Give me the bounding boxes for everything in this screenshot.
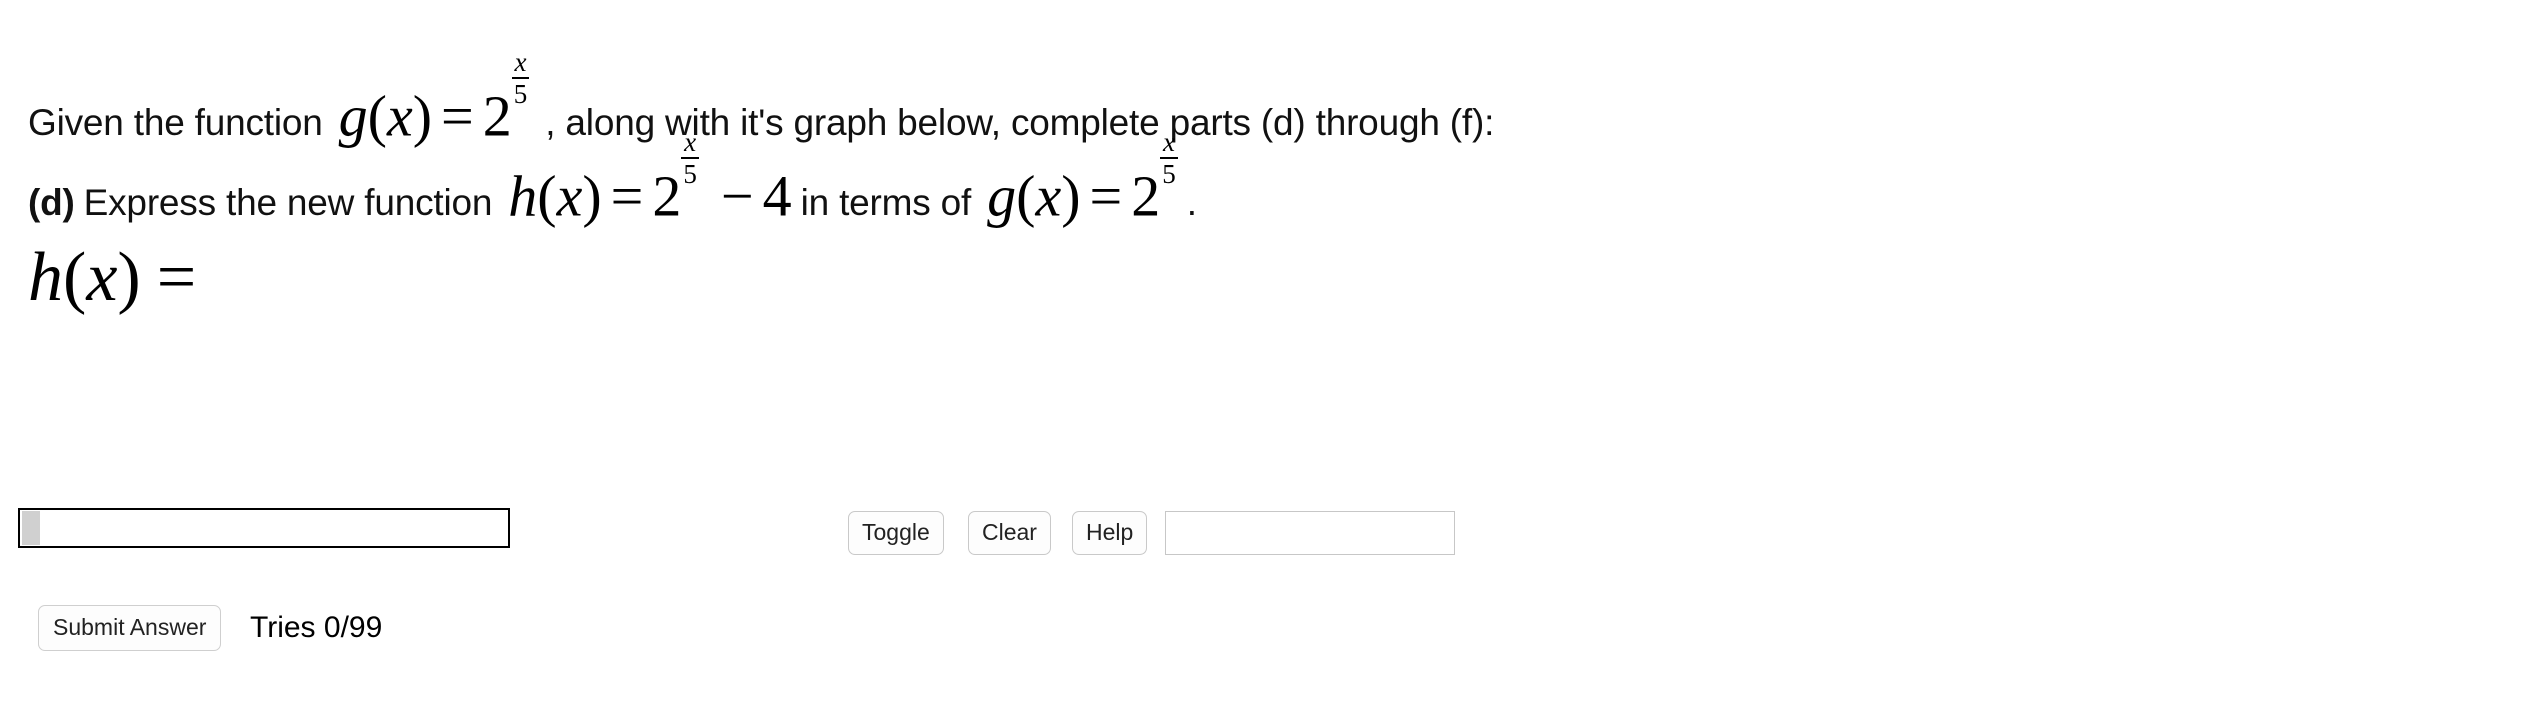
fraction-numerator: x (684, 127, 697, 157)
submit-row-inner: Submit Answer Tries 0/99 (0, 605, 2540, 651)
math-paren-close: ) (1061, 163, 1081, 229)
math-g-base: g (987, 163, 1017, 229)
answer-entry-row: Toggle Clear Help (0, 505, 2540, 561)
math-h-definition: h(x) = 2 x 5−4 (508, 128, 792, 229)
math-power-base: 2 (652, 163, 682, 229)
tries-counter: Tries 0/99 (250, 611, 383, 644)
math-g-definition: g(x) = 2 x 5 (338, 48, 530, 149)
part-middle-text: in terms of (800, 182, 972, 224)
fraction-denominator: 5 (683, 159, 697, 190)
answer-entry-inner: Toggle Clear Help (0, 505, 2540, 561)
math-paren-open: ( (63, 239, 87, 316)
math-paren-close: ) (582, 163, 602, 229)
part-label: (d) (28, 182, 75, 224)
answer-math-input[interactable] (18, 508, 510, 548)
math-h-base: h (28, 239, 63, 316)
math-paren-close: ) (412, 83, 433, 149)
fraction-numerator: x (1163, 127, 1175, 157)
fraction-denominator: 5 (513, 79, 528, 110)
part-prefix-text: Express the new function (83, 182, 493, 224)
math-shift-constant: 4 (762, 163, 792, 229)
math-equals: = (610, 163, 644, 229)
math-h-base: h (508, 163, 538, 229)
toggle-button[interactable]: Toggle (848, 511, 944, 555)
intro-statement: Given the function g(x) = 2 x 5 , along with… (28, 48, 1494, 149)
math-exponent: x5 (511, 47, 530, 117)
math-equals: = (441, 83, 474, 149)
math-exponent: x5 (1160, 128, 1178, 197)
math-paren-open: ( (537, 163, 557, 229)
exponent-fraction: x5 (681, 128, 699, 189)
submit-answer-button[interactable]: Submit Answer (38, 605, 222, 651)
question-page: Given the function g(x) = 2 x 5 , along with… (0, 0, 2540, 708)
math-paren-close: ) (117, 239, 141, 316)
exponent-fraction: x5 (1160, 128, 1178, 189)
part-period-text: . (1186, 182, 1197, 224)
exponent-fraction: x5 (511, 47, 530, 110)
fraction-numerator: x (514, 47, 527, 77)
math-power-base: 2 (482, 83, 512, 149)
math-variable: x (86, 239, 118, 316)
math-variable: x (556, 163, 583, 229)
math-equals: = (156, 239, 197, 316)
math-minus: − (720, 163, 754, 229)
math-paren-open: ( (1016, 163, 1036, 229)
part-d-statement: (d) Express the new function h(x) = 2 x 5−4 … (28, 128, 1197, 229)
answer-prompt: h(x) = (28, 238, 196, 318)
submit-row: Submit Answer Tries 0/99 (0, 605, 2540, 651)
text-caret (22, 511, 40, 545)
math-g-definition-ref: g(x) = 2 x 5 (987, 128, 1178, 229)
math-variable: x (1035, 163, 1062, 229)
math-equals: = (1089, 163, 1123, 229)
math-variable: x (386, 83, 413, 149)
math-power-base: 2 (1131, 163, 1161, 229)
fraction-denominator: 5 (1162, 159, 1176, 190)
math-g-base: g (338, 83, 368, 149)
intro-prefix-text: Given the function (28, 102, 323, 144)
math-exponent: x5 (681, 128, 699, 197)
math-h-prompt: h(x) = (28, 238, 196, 318)
answer-preview-box (1165, 511, 1455, 555)
help-button[interactable]: Help (1072, 511, 1148, 555)
math-paren-open: ( (367, 83, 387, 149)
clear-button[interactable]: Clear (968, 511, 1051, 555)
